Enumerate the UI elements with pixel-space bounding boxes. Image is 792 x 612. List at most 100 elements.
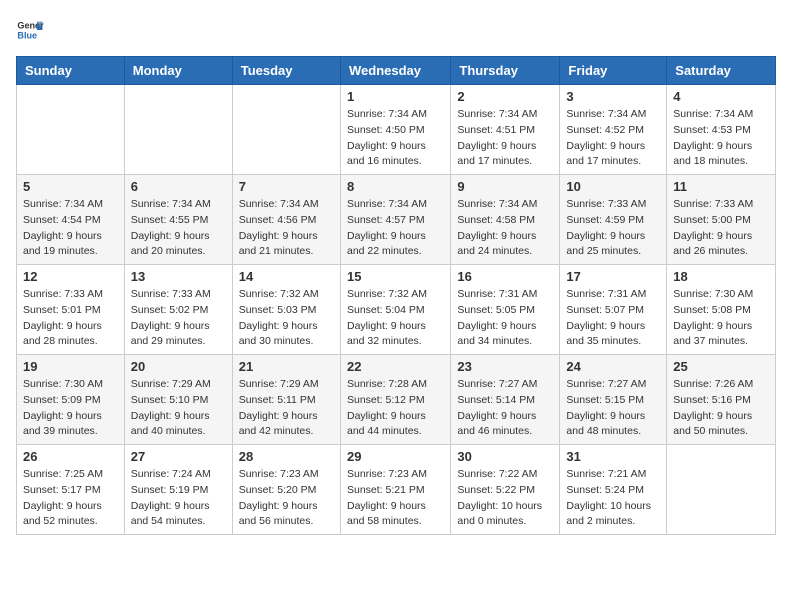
calendar-cell: 17 Sunrise: 7:31 AM Sunset: 5:07 PM Dayli… [560, 265, 667, 355]
day-number: 21 [239, 359, 334, 374]
calendar-cell: 19Sunrise: 7:30 AM Sunset: 5:09 PM Dayli… [17, 355, 125, 445]
day-number: 3 [566, 89, 660, 104]
day-info: Sunrise: 7:34 AM Sunset: 4:54 PM Dayligh… [23, 197, 118, 260]
weekday-header: Wednesday [340, 57, 450, 85]
calendar-cell: 22 Sunrise: 7:28 AM Sunset: 5:12 PM Dayli… [340, 355, 450, 445]
svg-text:Blue: Blue [17, 30, 37, 40]
calendar-cell: 20 Sunrise: 7:29 AM Sunset: 5:10 PM Dayli… [124, 355, 232, 445]
day-number: 20 [131, 359, 226, 374]
day-number: 14 [239, 269, 334, 284]
day-number: 15 [347, 269, 444, 284]
day-info: Sunrise: 7:25 AM Sunset: 5:17 PM Dayligh… [23, 467, 118, 530]
day-info: Sunrise: 7:34 AM Sunset: 4:50 PM Dayligh… [347, 107, 444, 170]
day-info: Sunrise: 7:22 AM Sunset: 5:22 PM Dayligh… [457, 467, 553, 530]
day-info: Sunrise: 7:34 AM Sunset: 4:51 PM Dayligh… [457, 107, 553, 170]
day-info: Sunrise: 7:27 AM Sunset: 5:14 PM Dayligh… [457, 377, 553, 440]
day-number: 27 [131, 449, 226, 464]
calendar-cell: 9 Sunrise: 7:34 AM Sunset: 4:58 PM Daylig… [451, 175, 560, 265]
calendar-cell [124, 85, 232, 175]
day-number: 24 [566, 359, 660, 374]
calendar-cell: 8Sunrise: 7:34 AM Sunset: 4:57 PM Daylig… [340, 175, 450, 265]
day-number: 10 [566, 179, 660, 194]
day-number: 11 [673, 179, 769, 194]
day-number: 25 [673, 359, 769, 374]
calendar-cell [17, 85, 125, 175]
calendar-cell: 29Sunrise: 7:23 AM Sunset: 5:21 PM Dayli… [340, 445, 450, 535]
day-number: 23 [457, 359, 553, 374]
day-info: Sunrise: 7:32 AM Sunset: 5:04 PM Dayligh… [347, 287, 444, 350]
calendar-header-row: SundayMondayTuesdayWednesdayThursdayFrid… [17, 57, 776, 85]
calendar-cell [667, 445, 776, 535]
weekday-header: Thursday [451, 57, 560, 85]
day-number: 5 [23, 179, 118, 194]
calendar-cell: 15 Sunrise: 7:32 AM Sunset: 5:04 PM Dayli… [340, 265, 450, 355]
day-info: Sunrise: 7:26 AM Sunset: 5:16 PM Dayligh… [673, 377, 769, 440]
day-info: Sunrise: 7:21 AM Sunset: 5:24 PM Dayligh… [566, 467, 660, 530]
calendar-cell [232, 85, 340, 175]
day-info: Sunrise: 7:34 AM Sunset: 4:57 PM Dayligh… [347, 197, 444, 260]
day-number: 6 [131, 179, 226, 194]
calendar-cell: 27 Sunrise: 7:24 AM Sunset: 5:19 PM Dayli… [124, 445, 232, 535]
weekday-header: Monday [124, 57, 232, 85]
day-number: 26 [23, 449, 118, 464]
day-info: Sunrise: 7:23 AM Sunset: 5:20 PM Dayligh… [239, 467, 334, 530]
day-number: 13 [131, 269, 226, 284]
day-info: Sunrise: 7:34 AM Sunset: 4:55 PM Dayligh… [131, 197, 226, 260]
weekday-header: Friday [560, 57, 667, 85]
day-number: 22 [347, 359, 444, 374]
day-info: Sunrise: 7:34 AM Sunset: 4:52 PM Dayligh… [566, 107, 660, 170]
calendar-cell: 5 Sunrise: 7:34 AM Sunset: 4:54 PM Daylig… [17, 175, 125, 265]
day-number: 2 [457, 89, 553, 104]
day-number: 7 [239, 179, 334, 194]
day-info: Sunrise: 7:34 AM Sunset: 4:53 PM Dayligh… [673, 107, 769, 170]
calendar-cell: 11 Sunrise: 7:33 AM Sunset: 5:00 PM Dayli… [667, 175, 776, 265]
day-info: Sunrise: 7:34 AM Sunset: 4:58 PM Dayligh… [457, 197, 553, 260]
logo: General Blue [16, 16, 44, 44]
calendar-cell: 24 Sunrise: 7:27 AM Sunset: 5:15 PM Dayli… [560, 355, 667, 445]
calendar-cell: 6 Sunrise: 7:34 AM Sunset: 4:55 PM Daylig… [124, 175, 232, 265]
day-info: Sunrise: 7:34 AM Sunset: 4:56 PM Dayligh… [239, 197, 334, 260]
calendar-week-row: 12Sunrise: 7:33 AM Sunset: 5:01 PM Dayli… [17, 265, 776, 355]
day-info: Sunrise: 7:32 AM Sunset: 5:03 PM Dayligh… [239, 287, 334, 350]
calendar-cell: 28 Sunrise: 7:23 AM Sunset: 5:20 PM Dayli… [232, 445, 340, 535]
day-number: 18 [673, 269, 769, 284]
calendar-cell: 25 Sunrise: 7:26 AM Sunset: 5:16 PM Dayli… [667, 355, 776, 445]
day-info: Sunrise: 7:23 AM Sunset: 5:21 PM Dayligh… [347, 467, 444, 530]
day-number: 17 [566, 269, 660, 284]
calendar-cell: 12Sunrise: 7:33 AM Sunset: 5:01 PM Dayli… [17, 265, 125, 355]
calendar-week-row: 26 Sunrise: 7:25 AM Sunset: 5:17 PM Dayli… [17, 445, 776, 535]
calendar-cell: 26 Sunrise: 7:25 AM Sunset: 5:17 PM Dayli… [17, 445, 125, 535]
day-info: Sunrise: 7:33 AM Sunset: 5:00 PM Dayligh… [673, 197, 769, 260]
day-number: 4 [673, 89, 769, 104]
calendar-week-row: 1 Sunrise: 7:34 AM Sunset: 4:50 PM Daylig… [17, 85, 776, 175]
day-number: 28 [239, 449, 334, 464]
weekday-header: Tuesday [232, 57, 340, 85]
day-info: Sunrise: 7:29 AM Sunset: 5:10 PM Dayligh… [131, 377, 226, 440]
calendar-cell: 16 Sunrise: 7:31 AM Sunset: 5:05 PM Dayli… [451, 265, 560, 355]
day-info: Sunrise: 7:30 AM Sunset: 5:08 PM Dayligh… [673, 287, 769, 350]
calendar-cell: 30 Sunrise: 7:22 AM Sunset: 5:22 PM Dayli… [451, 445, 560, 535]
calendar-cell: 10 Sunrise: 7:33 AM Sunset: 4:59 PM Dayli… [560, 175, 667, 265]
calendar-cell: 18 Sunrise: 7:30 AM Sunset: 5:08 PM Dayli… [667, 265, 776, 355]
calendar-cell: 13 Sunrise: 7:33 AM Sunset: 5:02 PM Dayli… [124, 265, 232, 355]
weekday-header: Sunday [17, 57, 125, 85]
day-info: Sunrise: 7:33 AM Sunset: 5:02 PM Dayligh… [131, 287, 226, 350]
day-number: 16 [457, 269, 553, 284]
calendar-cell: 23 Sunrise: 7:27 AM Sunset: 5:14 PM Dayli… [451, 355, 560, 445]
day-number: 30 [457, 449, 553, 464]
day-info: Sunrise: 7:31 AM Sunset: 5:07 PM Dayligh… [566, 287, 660, 350]
logo-icon: General Blue [16, 16, 44, 44]
calendar-week-row: 5 Sunrise: 7:34 AM Sunset: 4:54 PM Daylig… [17, 175, 776, 265]
calendar-cell: 7 Sunrise: 7:34 AM Sunset: 4:56 PM Daylig… [232, 175, 340, 265]
day-info: Sunrise: 7:33 AM Sunset: 4:59 PM Dayligh… [566, 197, 660, 260]
day-info: Sunrise: 7:31 AM Sunset: 5:05 PM Dayligh… [457, 287, 553, 350]
day-info: Sunrise: 7:28 AM Sunset: 5:12 PM Dayligh… [347, 377, 444, 440]
calendar-cell: 1 Sunrise: 7:34 AM Sunset: 4:50 PM Daylig… [340, 85, 450, 175]
day-number: 31 [566, 449, 660, 464]
day-info: Sunrise: 7:30 AM Sunset: 5:09 PM Dayligh… [23, 377, 118, 440]
day-info: Sunrise: 7:27 AM Sunset: 5:15 PM Dayligh… [566, 377, 660, 440]
day-number: 1 [347, 89, 444, 104]
day-number: 9 [457, 179, 553, 194]
day-info: Sunrise: 7:24 AM Sunset: 5:19 PM Dayligh… [131, 467, 226, 530]
calendar-cell: 14 Sunrise: 7:32 AM Sunset: 5:03 PM Dayli… [232, 265, 340, 355]
